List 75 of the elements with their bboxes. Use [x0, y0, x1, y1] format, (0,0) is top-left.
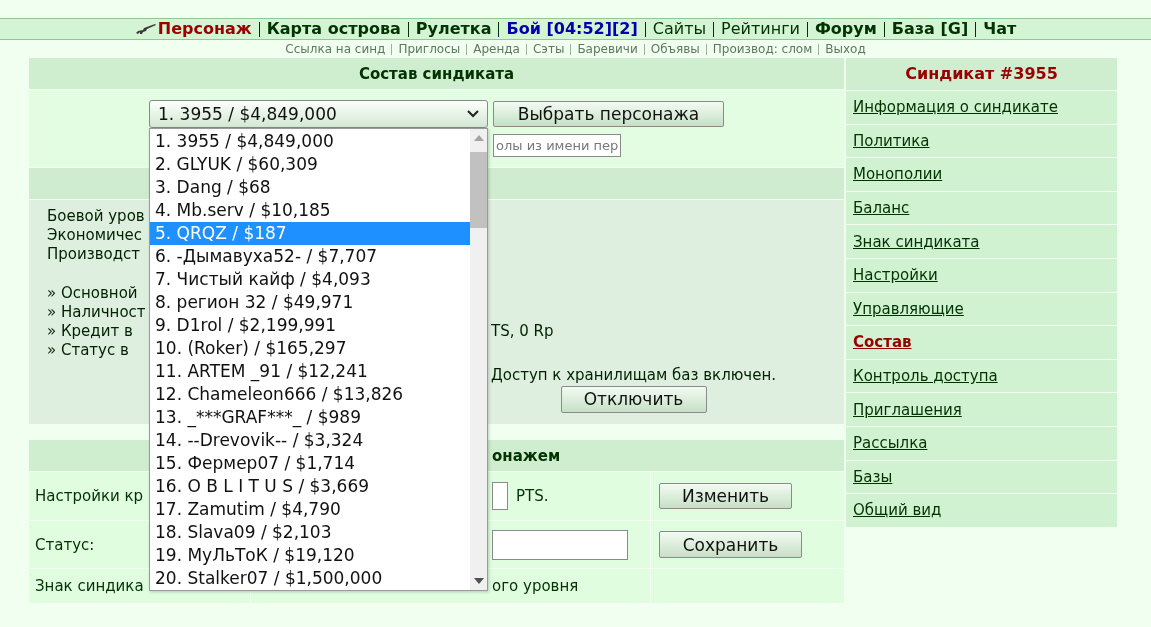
nav-link[interactable]: Выход [825, 42, 866, 56]
nav-link[interactable]: Баревичи [577, 42, 638, 56]
nav-link[interactable]: Рулетка [415, 19, 492, 39]
dropdown-option[interactable]: 19. МуЛьТоК / $19,120 [150, 544, 470, 567]
search-field[interactable]: олы из имени пер [493, 134, 621, 157]
save-button[interactable]: Сохранить [659, 531, 802, 558]
panel-header: Состав синдиката [29, 58, 844, 90]
caret-up-icon[interactable] [473, 135, 484, 141]
dropdown-option[interactable]: 10. (Roker) / $165,297 [150, 337, 470, 360]
panel-header-text: онажем [492, 447, 561, 465]
choose-character-button[interactable]: Выбрать персонажа [493, 101, 724, 127]
info-text: Боевой уров [47, 207, 145, 225]
info-text: » Кредит в [47, 322, 133, 341]
nav-link[interactable]: Аренда [473, 42, 520, 56]
dropdown-option[interactable]: 4. Mb.serv / $10,185 [150, 199, 470, 222]
nav-link[interactable]: Объявы [650, 42, 700, 56]
sidebar-link[interactable]: Баланс [853, 199, 910, 218]
dropdown-option[interactable]: 2. GLYUK / $60,309 [150, 153, 470, 176]
note-text: ого уровня [492, 577, 579, 595]
dropdown-option[interactable]: 14. --Drevovik-- / $3,324 [150, 429, 470, 452]
sidebar-link[interactable]: Монополии [853, 165, 943, 184]
caret-down-icon[interactable] [473, 578, 484, 584]
sidebar-link[interactable]: Настройки [853, 266, 938, 285]
dropdown-option[interactable]: 20. Stalker07 / $1,500,000 [150, 567, 470, 590]
dropdown-option[interactable]: 17. Zamutim / $4,790 [150, 498, 470, 521]
sidebar-link[interactable]: Состав [853, 333, 912, 352]
dropdown-option[interactable]: 8. регион 32 / $49,971 [150, 291, 470, 314]
nav-link[interactable]: Форум [814, 19, 877, 39]
nav-link[interactable]: Персонаж [157, 19, 252, 39]
nav-link[interactable]: Сайты [652, 19, 707, 39]
nav-link[interactable]: Приглосы [398, 42, 461, 56]
nav-link[interactable]: Карта острова [266, 19, 401, 39]
unit-label: PTS. [516, 487, 549, 505]
nav-link[interactable]: Производ: слом [712, 42, 813, 56]
dropdown-option[interactable]: 7. Чистый кайф / $4,093 [150, 268, 470, 291]
dropdown-option[interactable]: 6. -Дымавуха52- / $7,707 [150, 245, 470, 268]
info-text: » Статус в [47, 341, 129, 360]
dropdown-option[interactable]: 13. _***GRAF***_ / $989 [150, 406, 470, 429]
info-text: Производст [47, 245, 141, 264]
dropdown-option[interactable]: 11. ARTEM _91 / $12,241 [150, 360, 470, 383]
row-label: Статус: [35, 535, 95, 554]
input-field[interactable] [492, 482, 508, 510]
info-text: » Наличност [47, 302, 146, 321]
storage-status-text: Доступ к хранилищам баз включен. [491, 364, 776, 385]
dropdown-option[interactable]: 9. D1rol / $2,199,991 [150, 314, 470, 337]
nav-link[interactable]: Сэты [532, 42, 565, 56]
dropdown-option[interactable]: 15. Фермер07 / $1,714 [150, 452, 470, 475]
chevron-down-icon [467, 110, 479, 118]
disable-button[interactable]: Отключить [560, 385, 707, 413]
input-field[interactable] [492, 529, 628, 560]
sidebar-link[interactable]: Общий вид [853, 501, 942, 520]
change-button[interactable]: Изменить [659, 483, 792, 509]
nav-link[interactable]: Бой [04:52][2] [506, 19, 638, 39]
nav-link[interactable]: Ссылка на синд [285, 42, 386, 56]
info-text: » Основной [47, 283, 138, 302]
dropdown-option[interactable]: 12. Chameleon666 / $13,826 [150, 383, 470, 406]
sidebar-link[interactable]: Политика [853, 131, 930, 150]
info-text: Экономичес [47, 226, 143, 245]
sidebar-link[interactable]: Базы [853, 467, 893, 486]
rifle-icon [134, 23, 157, 35]
scrollbar-thumb[interactable] [470, 152, 487, 228]
dropdown-option[interactable]: 16. O B L I T U S / $3,669 [150, 475, 470, 498]
dropdown-option[interactable]: 18. Slava09 / $2,103 [150, 521, 470, 544]
scrollbar[interactable] [470, 129, 487, 590]
nav-link[interactable]: База [G] [891, 19, 969, 39]
nav-link[interactable]: Рейтинги [721, 19, 800, 39]
row-label: Знак синдика [35, 577, 144, 595]
dropdown-option[interactable]: 3. Dang / $68 [150, 176, 470, 199]
sidebar-link[interactable]: Рассылка [853, 434, 928, 453]
row-label: Настройки кр [35, 487, 144, 505]
nav-link[interactable]: Чат [983, 19, 1017, 39]
info-text: TS, 0 Rp [491, 322, 554, 342]
member-select[interactable]: 1. 3955 / $4,849,000 [149, 100, 488, 128]
sidebar-title: Синдикат #3955 [846, 58, 1117, 90]
dropdown-option[interactable]: 1. 3955 / $4,849,000 [150, 130, 470, 153]
